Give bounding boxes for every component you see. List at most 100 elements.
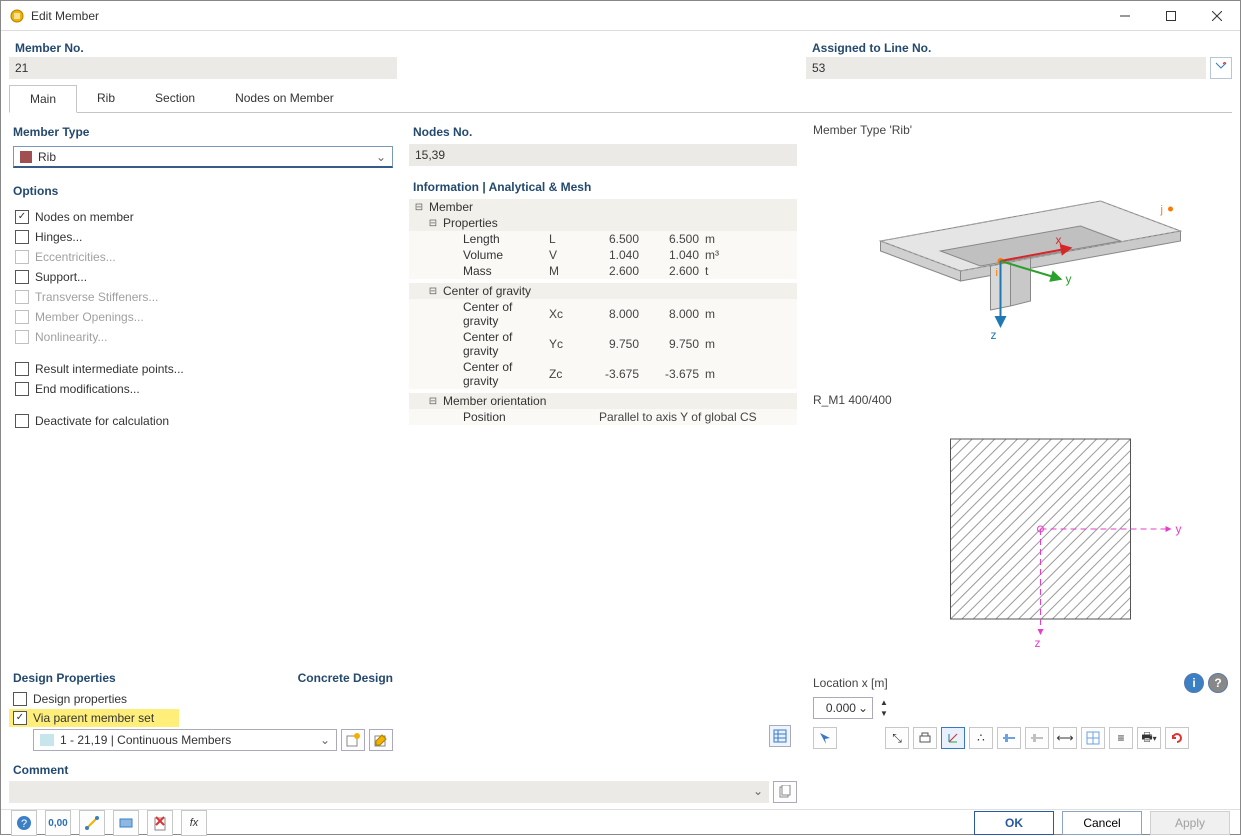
comment-attach-button[interactable] [773, 781, 797, 803]
location-x-select[interactable]: 0.000⌄ [813, 697, 873, 719]
checkbox[interactable] [15, 362, 29, 376]
tab-section[interactable]: Section [135, 85, 215, 112]
tb-pick-button[interactable] [813, 727, 837, 749]
option-result-intermediate-points[interactable]: Result intermediate points... [13, 359, 393, 379]
svg-text:y: y [1066, 272, 1072, 286]
option-nonlinearity: Nonlinearity... [13, 327, 393, 347]
info-label: Information | Analytical & Mesh [409, 174, 797, 199]
member-no-label: Member No. [9, 37, 397, 57]
cross-section-label: R_M1 400/400 [809, 391, 1232, 409]
tb-refresh-button[interactable] [1165, 727, 1189, 749]
footer-view-button[interactable] [113, 810, 139, 836]
ok-button[interactable]: OK [974, 811, 1054, 835]
footer-pick-button[interactable] [79, 810, 105, 836]
svg-text:i: i [996, 267, 998, 279]
member-set-select[interactable]: 1 - 21,19 | Continuous Members ⌄ [33, 729, 337, 751]
tb-section-button[interactable] [997, 727, 1021, 749]
checkbox[interactable] [15, 382, 29, 396]
svg-text:y: y [1176, 522, 1182, 536]
close-button[interactable] [1194, 1, 1240, 31]
nodes-no-input[interactable] [409, 144, 797, 166]
option-design-properties[interactable]: Design properties [9, 689, 397, 709]
comment-input[interactable]: ⌄ [9, 781, 769, 803]
tb-section2-button[interactable] [1025, 727, 1049, 749]
titlebar: Edit Member [1, 1, 1240, 31]
new-member-set-button[interactable] [341, 729, 365, 751]
info-button[interactable]: i [1184, 673, 1204, 693]
footer: ? 0,00 fx OK Cancel Apply [1, 809, 1240, 836]
option-member-openings: Member Openings... [13, 307, 393, 327]
footer-fx-button[interactable]: fx [181, 810, 207, 836]
cancel-button[interactable]: Cancel [1062, 811, 1142, 835]
window-title: Edit Member [31, 9, 1102, 23]
assigned-to-input[interactable] [806, 57, 1206, 79]
member-type-swatch [20, 151, 32, 163]
tab-nodes-on-member[interactable]: Nodes on Member [215, 85, 354, 112]
member-set-value: 1 - 21,19 | Continuous Members [60, 733, 231, 747]
footer-units-button[interactable]: 0,00 [45, 810, 71, 836]
nodes-no-label: Nodes No. [409, 119, 797, 144]
option-end-modifications[interactable]: End modifications... [13, 379, 393, 399]
svg-text:z: z [1035, 636, 1041, 649]
tab-main[interactable]: Main [9, 85, 77, 113]
location-spinner[interactable]: ▲▼ [877, 697, 891, 719]
checkbox[interactable] [13, 711, 27, 725]
footer-help-button[interactable]: ? [11, 810, 37, 836]
tree-properties[interactable]: ⊟Properties [409, 215, 797, 231]
comment-label: Comment [9, 759, 797, 781]
svg-text:z: z [991, 328, 997, 342]
tab-rib[interactable]: Rib [77, 85, 135, 112]
design-properties-label: Design Properties [13, 671, 116, 685]
option-nodes-on-member[interactable]: Nodes on member [13, 207, 393, 227]
info-tree: ⊟Member ⊟Properties LengthL6.5006.500m V… [409, 199, 797, 425]
tb-dim-button[interactable]: ⟷ [1053, 727, 1077, 749]
cross-section-preview[interactable]: y z [809, 409, 1232, 669]
checkbox [15, 310, 29, 324]
member-no-input[interactable] [9, 57, 397, 79]
option-via-parent-member-set[interactable]: Via parent member set [9, 709, 179, 727]
svg-text:x: x [1056, 233, 1062, 247]
checkbox [15, 290, 29, 304]
checkbox [15, 330, 29, 344]
pick-line-button[interactable] [1210, 57, 1232, 79]
tree-cog[interactable]: ⊟Center of gravity [409, 283, 797, 299]
tb-list-button[interactable]: ≡ [1109, 727, 1133, 749]
preview-label: Member Type 'Rib' [809, 119, 1232, 141]
maximize-button[interactable] [1148, 1, 1194, 31]
app-icon [9, 8, 25, 24]
minimize-button[interactable] [1102, 1, 1148, 31]
edit-member-set-button[interactable] [369, 729, 393, 751]
tb-print-button[interactable] [913, 727, 937, 749]
tb-print2-button[interactable]: 🖶▾ [1137, 727, 1161, 749]
checkbox[interactable] [15, 414, 29, 428]
footer-delete-button[interactable] [147, 810, 173, 836]
tree-row-xc: Center of gravityXc8.0008.000m [409, 299, 797, 329]
checkbox[interactable] [15, 210, 29, 224]
checkbox[interactable] [15, 270, 29, 284]
tb-stretch-button[interactable]: ⤡ [885, 727, 909, 749]
tb-grid-button[interactable] [1081, 727, 1105, 749]
tree-orientation[interactable]: ⊟Member orientation [409, 393, 797, 409]
option-support[interactable]: Support... [13, 267, 393, 287]
results-table-button[interactable] [769, 725, 791, 747]
tree-row-position: PositionParallel to axis Y of global CS [409, 409, 797, 425]
options-label: Options [9, 178, 397, 203]
member-type-select[interactable]: Rib ⌄ [13, 146, 393, 168]
tb-nodes-button[interactable]: ∴ [969, 727, 993, 749]
edit-member-window: Edit Member Member No. Assigned to Line … [0, 0, 1241, 835]
concrete-design-label: Concrete Design [298, 671, 393, 685]
option-deactivate-for-calculation[interactable]: Deactivate for calculation [13, 411, 393, 431]
help-button[interactable]: ? [1208, 673, 1228, 693]
checkbox[interactable] [13, 692, 27, 706]
3d-preview[interactable]: x y z i j [809, 141, 1232, 391]
svg-text:j: j [1160, 204, 1163, 216]
tb-axes-button[interactable] [941, 727, 965, 749]
option-transverse-stiffeners: Transverse Stiffeners... [13, 287, 393, 307]
tree-row-yc: Center of gravityYc9.7509.750m [409, 329, 797, 359]
chevron-down-icon: ⌄ [320, 733, 330, 747]
assigned-to-label: Assigned to Line No. [806, 37, 1232, 57]
member-type-label: Member Type [9, 119, 397, 144]
tree-member[interactable]: ⊟Member [409, 199, 797, 215]
checkbox[interactable] [15, 230, 29, 244]
option-hinges[interactable]: Hinges... [13, 227, 393, 247]
